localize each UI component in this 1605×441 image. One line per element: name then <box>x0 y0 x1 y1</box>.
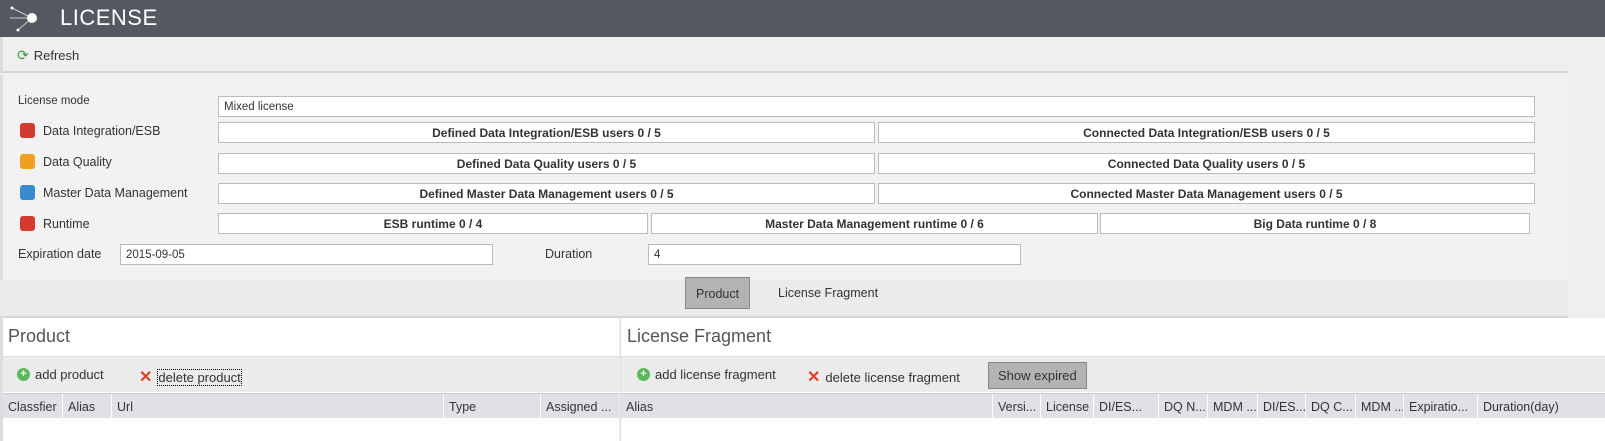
row-label-mdm: Master Data Management <box>20 185 188 200</box>
refresh-button[interactable]: ⟳ Refresh <box>17 47 79 64</box>
col-di-esb-2[interactable]: DI/ES... <box>1257 394 1305 419</box>
logo-icon <box>10 6 37 32</box>
col-expiration[interactable]: Expiratio... <box>1403 394 1477 419</box>
duration-field[interactable]: 4 <box>648 244 1021 265</box>
label-text: Data Quality <box>43 154 112 169</box>
row-label-di: Data Integration/ESB <box>20 123 160 138</box>
di-icon <box>20 123 35 138</box>
tab-product[interactable]: Product <box>685 277 751 309</box>
product-panel: Product + add product ✕ delete product Cla… <box>0 318 619 441</box>
product-title: Product <box>8 326 71 346</box>
page-title: LICENSE <box>60 5 158 30</box>
delete-label: delete product <box>157 368 242 386</box>
defined-mdm-users: Defined Master Data Management users 0 /… <box>218 183 875 204</box>
delete-fragment-button[interactable]: ✕ delete license fragment <box>807 367 960 387</box>
esb-runtime: ESB runtime 0 / 4 <box>218 213 648 234</box>
add-label: add license fragment <box>655 367 776 382</box>
label-text: Data Integration/ESB <box>43 123 161 138</box>
add-product-button[interactable]: + add product <box>17 367 104 382</box>
connected-mdm-users: Connected Master Data Management users 0… <box>878 183 1535 204</box>
delete-icon: ✕ <box>139 369 153 386</box>
col-url[interactable]: Url <box>111 394 443 419</box>
product-table-header: Classfier Alias Url Type Assigned ... <box>3 393 619 419</box>
delete-icon: ✕ <box>807 369 821 386</box>
plus-icon: + <box>637 368 650 381</box>
tab-license-fragment[interactable]: License Fragment <box>768 277 888 309</box>
col-dq-c[interactable]: DQ C... <box>1305 394 1355 419</box>
license-mode-field[interactable]: Mixed license <box>218 96 1535 117</box>
col-assigned[interactable]: Assigned ... <box>540 394 619 419</box>
mdm-icon <box>20 185 35 200</box>
col-alias[interactable]: Alias <box>621 394 992 419</box>
col-version[interactable]: Versi... <box>992 394 1040 419</box>
header: LICENSE <box>0 0 1605 37</box>
col-di-esb-1[interactable]: DI/ES... <box>1093 394 1158 419</box>
col-license[interactable]: License ... <box>1040 394 1093 419</box>
toolbar: ⟳ Refresh <box>0 37 1568 73</box>
col-dq-n[interactable]: DQ N... <box>1158 394 1207 419</box>
defined-dq-users: Defined Data Quality users 0 / 5 <box>218 153 875 174</box>
mdm-runtime: Master Data Management runtime 0 / 6 <box>651 213 1098 234</box>
plus-icon: + <box>17 368 30 381</box>
row-label-dq: Data Quality <box>20 154 112 169</box>
label-text: Master Data Management <box>43 185 188 200</box>
col-mdm-2[interactable]: MDM ... <box>1355 394 1403 419</box>
bigdata-runtime: Big Data runtime 0 / 8 <box>1100 213 1530 234</box>
label-text: Runtime <box>43 216 90 231</box>
defined-di-users: Defined Data Integration/ESB users 0 / 5 <box>218 122 875 143</box>
col-type[interactable]: Type <box>443 394 540 419</box>
product-toolbar: + add product ✕ delete product <box>3 356 619 392</box>
refresh-icon: ⟳ <box>17 47 29 63</box>
license-mode-label: License mode <box>18 95 90 107</box>
expiration-field[interactable]: 2015-09-05 <box>120 244 493 265</box>
runtime-icon <box>20 216 35 231</box>
connected-di-users: Connected Data Integration/ESB users 0 /… <box>878 122 1535 143</box>
connected-dq-users: Connected Data Quality users 0 / 5 <box>878 153 1535 174</box>
license-form: License mode Mixed license Data Integrat… <box>0 75 1568 280</box>
expiration-label: Expiration date <box>18 247 102 261</box>
fragment-title: License Fragment <box>627 326 772 346</box>
row-label-runtime: Runtime <box>20 216 90 231</box>
license-fragment-panel: License Fragment + add license fragment ✕… <box>620 318 1605 441</box>
delete-label: delete license fragment <box>825 369 960 385</box>
col-mdm-1[interactable]: MDM ... <box>1207 394 1257 419</box>
add-fragment-button[interactable]: + add license fragment <box>637 367 776 382</box>
duration-label: Duration <box>545 247 593 261</box>
fragment-toolbar: + add license fragment ✕ delete license fr… <box>621 356 1605 392</box>
show-expired-button[interactable]: Show expired <box>988 362 1087 389</box>
delete-product-button[interactable]: ✕ delete product <box>139 367 242 387</box>
dq-icon <box>20 154 35 169</box>
col-duration[interactable]: Duration(day) <box>1477 394 1605 419</box>
refresh-label: Refresh <box>33 48 80 63</box>
fragment-table-header: Alias Versi... License ... DI/ES... DQ N… <box>621 393 1605 419</box>
col-classfier[interactable]: Classfier <box>3 394 62 419</box>
add-label: add product <box>35 367 104 382</box>
col-alias[interactable]: Alias <box>62 394 111 419</box>
